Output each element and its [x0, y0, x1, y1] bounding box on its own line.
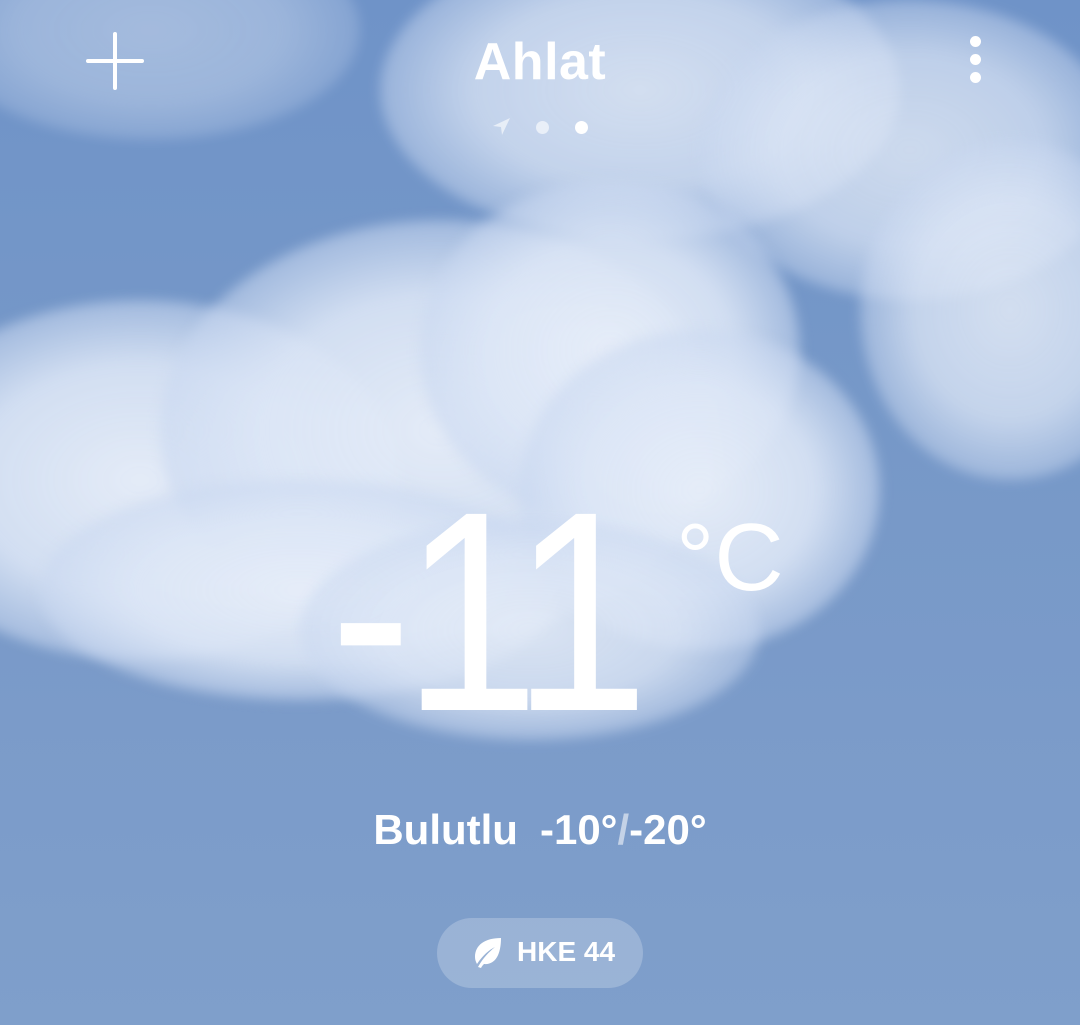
page-dot [536, 121, 549, 134]
top-bar: Ahlat [0, 0, 1080, 150]
location-arrow-icon [493, 118, 510, 135]
more-vertical-icon [970, 36, 981, 47]
page-dot-active [575, 121, 588, 134]
weather-screen: Ahlat -11 °C Bulutlu -10°/-20° HKE 44 [0, 0, 1080, 1025]
temperature-value: -11 [330, 453, 649, 771]
air-quality-label: HKE 44 [517, 936, 616, 967]
condition-text: Bulutlu [373, 806, 518, 853]
current-temperature: -11 °C [0, 470, 1080, 770]
leaf-icon [475, 938, 501, 968]
page-indicators[interactable] [490, 116, 600, 140]
temperature-unit: °C [676, 504, 784, 611]
air-quality-badge[interactable]: HKE 44 [437, 918, 643, 988]
low-temp: -20° [629, 806, 707, 853]
temp-separator: / [617, 806, 630, 853]
condition-summary: Bulutlu -10°/-20° [0, 806, 1080, 854]
more-vertical-icon [970, 54, 981, 65]
more-options-button[interactable] [960, 32, 992, 88]
high-temp: -10° [539, 806, 618, 853]
more-vertical-icon [970, 72, 981, 83]
city-name: Ahlat [473, 33, 607, 91]
